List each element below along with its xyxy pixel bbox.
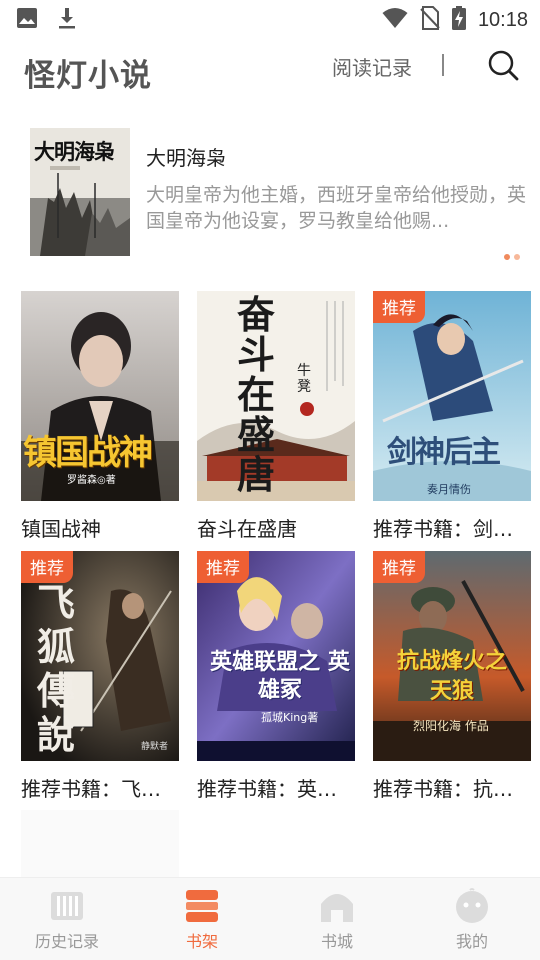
wifi-icon: [382, 7, 408, 33]
book-card[interactable]: 镇国战神 罗酱森◎著 镇国战神: [21, 291, 179, 542]
book-title: 镇国战神: [21, 517, 101, 541]
nav-history[interactable]: 历史记录: [17, 878, 117, 960]
book-cover-author: 奏月情伤: [427, 483, 471, 496]
book-cover[interactable]: 剑神后主 奏月情伤 推荐: [373, 291, 531, 501]
book-cover-title: 英雄联盟之 英雄冢: [210, 650, 350, 703]
book-title: 推荐书籍：英雄…: [197, 777, 355, 801]
recommend-badge: 推荐: [197, 551, 249, 583]
recommend-badge: 推荐: [373, 551, 425, 583]
book-cover[interactable]: 镇国战神 罗酱森◎著: [21, 291, 179, 501]
app-title: 怪灯小说: [24, 58, 152, 94]
book-cover-author: 牛凳: [297, 363, 311, 395]
recommend-badge: 推荐: [373, 291, 425, 323]
book-card[interactable]: 英雄联盟之 英雄冢 孤城King著 推荐 推荐书籍：英雄…: [197, 551, 355, 802]
nav-bookstore[interactable]: 书城: [287, 878, 387, 960]
book-cover-title: 抗战烽火之 天狼: [396, 649, 507, 704]
nav-bookshelf[interactable]: 书架: [152, 878, 252, 960]
status-bar: 10:18: [0, 0, 540, 36]
status-left-icons: [16, 7, 78, 33]
book-cover-title: 飞狐傳說: [37, 580, 76, 757]
book-card[interactable]: 剑神后主 奏月情伤 推荐 推荐书籍：剑神…: [373, 291, 531, 542]
carousel-dot-active: [504, 254, 510, 260]
book-card-placeholder: [21, 810, 179, 880]
book-cover-author: 静默者: [141, 742, 169, 752]
bookstore-icon: [319, 888, 355, 924]
profile-icon: [454, 888, 490, 924]
search-icon: [486, 50, 520, 86]
book-cover-author: 烈阳化海 作品: [413, 719, 489, 733]
nav-label: 书架: [185, 932, 218, 951]
book-cover[interactable]: 抗战烽火之 天狼 烈阳化海 作品 推荐: [373, 551, 531, 761]
carousel-dot: [514, 254, 520, 260]
book-title: 推荐书籍：飞狐…: [21, 777, 179, 801]
featured-book-card[interactable]: 大明海枭 大明海枭 大明皇帝为他主婚，西班牙皇帝给他授勋，英国皇帝为他设宴，罗马…: [30, 128, 530, 260]
bookshelf-icon: [184, 888, 220, 924]
status-time: 10:18: [477, 8, 528, 31]
search-button[interactable]: [486, 48, 520, 82]
carousel-indicator: [504, 254, 520, 260]
book-cover-title: 镇国战神: [23, 433, 153, 473]
battery-charging-icon: [451, 6, 466, 34]
book-cover-title: 剑神后主: [387, 435, 501, 470]
header-divider: [442, 54, 444, 76]
bottom-navigation: 历史记录 书架 书城 我的: [0, 877, 540, 960]
featured-book-cover[interactable]: 大明海枭: [30, 128, 130, 256]
book-card[interactable]: 飞狐傳說 静默者 推荐 推荐书籍：飞狐…: [21, 551, 179, 802]
reading-history-link[interactable]: 阅读记录: [332, 52, 412, 81]
book-cover-author: 孤城King著: [261, 711, 319, 724]
books-icon: [49, 888, 85, 924]
book-title: 推荐书籍：抗战…: [373, 777, 531, 801]
book-cover[interactable]: 奋斗在盛唐 牛凳: [197, 291, 355, 501]
nav-label: 历史记录: [34, 932, 99, 951]
nav-profile[interactable]: 我的: [422, 878, 522, 960]
book-card[interactable]: 抗战烽火之 天狼 烈阳化海 作品 推荐 推荐书籍：抗战…: [373, 551, 531, 802]
book-title: 奋斗在盛唐: [197, 517, 297, 541]
book-cover[interactable]: 英雄联盟之 英雄冢 孤城King著 推荐: [197, 551, 355, 761]
book-cover-author: 罗酱森◎著: [67, 475, 116, 486]
book-cover[interactable]: 飞狐傳說 静默者 推荐: [21, 551, 179, 761]
app-header: 怪灯小说 阅读记录: [0, 36, 540, 106]
nav-label: 书城: [320, 932, 353, 951]
featured-book-title: 大明海枭: [146, 146, 226, 170]
image-icon: [16, 7, 38, 33]
nav-label: 我的: [455, 932, 488, 951]
no-sim-icon: [420, 6, 440, 34]
featured-cover-title: 大明海枭: [34, 139, 115, 164]
book-cover-title: 奋斗在盛唐: [237, 292, 276, 497]
book-card[interactable]: 奋斗在盛唐 牛凳 奋斗在盛唐: [197, 291, 355, 542]
status-right-icons: 10:18: [382, 6, 528, 34]
recommend-badge: 推荐: [21, 551, 73, 583]
download-icon: [56, 7, 78, 33]
book-title: 推荐书籍：剑神…: [373, 517, 531, 541]
featured-book-description: 大明皇帝为他主婚，西班牙皇帝给他授勋，英国皇帝为他设宴，罗马教皇给他赐...: [146, 184, 526, 232]
